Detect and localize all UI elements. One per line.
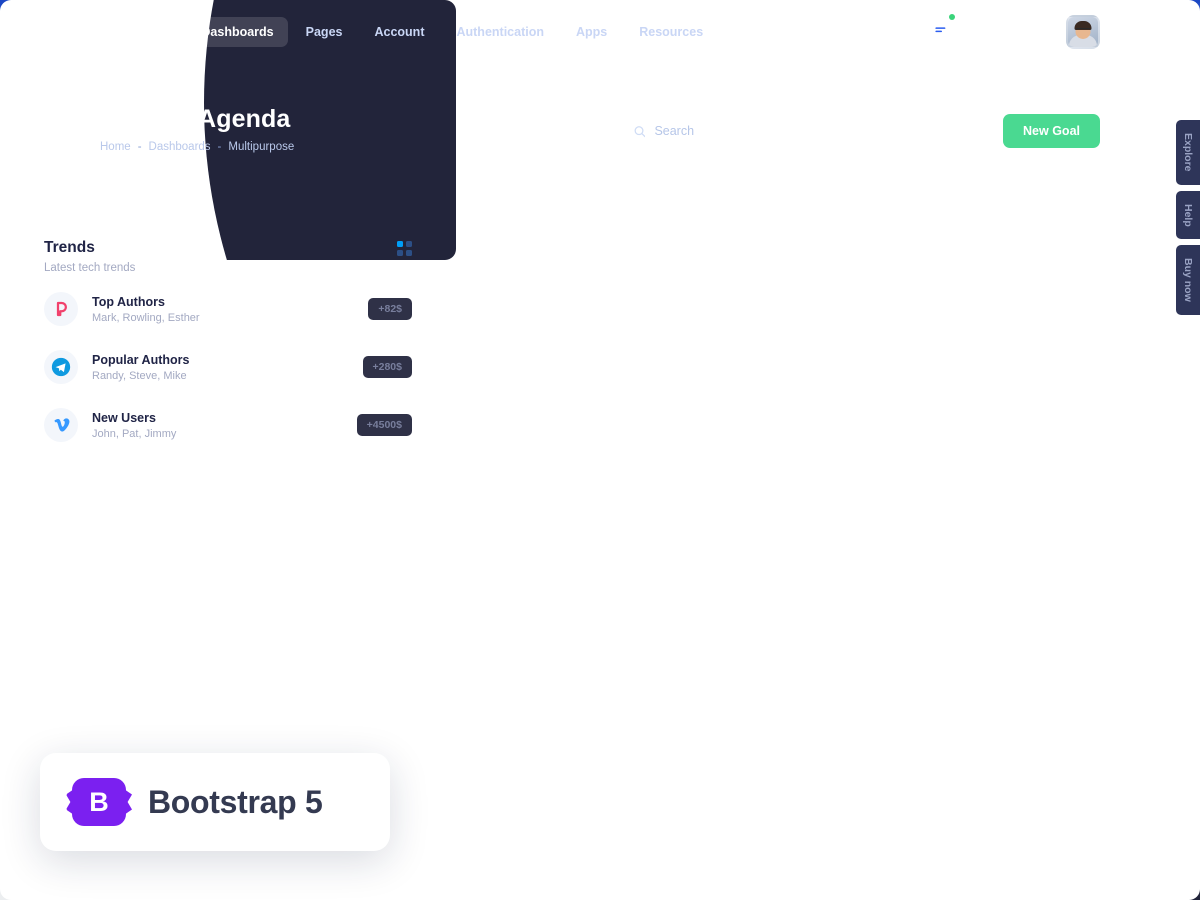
page-header: Todays’ Agenda Home - Dashboards - Multi… [100,105,294,153]
plurk-icon [44,292,78,326]
brand-logo[interactable]: Ceres [100,20,159,44]
grid-icon[interactable] [973,21,995,43]
avatar-glasses [1075,28,1091,32]
telegram-icon [44,350,78,384]
bootstrap-badge-overlay: B Bootstrap 5 [40,753,390,851]
card-title: Trends [44,239,95,256]
top-navigation-bar: Ceres Dashboards Pages Account Authentic… [0,0,1200,64]
trend-name: Top Authors [92,294,165,309]
trend-amount: +4500$ [356,414,412,436]
side-tab-explore[interactable]: Explore [1176,120,1200,185]
sun-icon[interactable] [1016,21,1038,43]
trend-desc: John, Pat, Jimmy [92,427,177,440]
new-goal-button[interactable]: New Goal [1003,114,1100,148]
bootstrap-logo-icon: B [72,778,126,826]
vimeo-icon [44,408,78,442]
header-actions: Invite Friend New Goal [620,114,1100,148]
nav-item-pages[interactable]: Pages [292,17,357,47]
trend-amount: +280$ [362,356,412,378]
header-icon-group [844,14,1100,49]
list-item[interactable]: Popular Authors Randy, Steve, Mike +280$ [44,338,412,396]
list-item[interactable]: New Users John, Pat, Jimmy +4500$ [44,396,412,454]
trends-card: Trends Latest tech trends Top Authors Ma… [0,0,1200,900]
chat-icon[interactable] [930,14,955,43]
page-title: Todays’ Agenda [100,105,291,133]
trend-desc: Mark, Rowling, Esther [92,311,200,324]
trend-info: Popular Authors Randy, Steve, Mike [92,353,189,382]
nav-item-resources[interactable]: Resources [625,17,717,47]
nav-item-apps[interactable]: Apps [562,17,621,47]
breadcrumb-separator: - [217,141,222,153]
side-tab-group: Explore Help Buy now [1176,120,1200,316]
search-input[interactable] [654,124,848,138]
grid-dots-icon[interactable] [397,241,412,256]
trend-info: Top Authors Mark, Rowling, Esther [92,295,200,324]
diamond-dots-icon[interactable] [887,21,909,43]
nav-item-dashboards[interactable]: Dashboards [187,17,288,47]
nav-item-account[interactable]: Account [360,17,438,47]
trend-amount: +82$ [368,298,412,320]
invite-friend-button[interactable]: Invite Friend [876,114,988,148]
bootstrap-badge-text: Bootstrap 5 [148,783,323,820]
side-tab-help[interactable]: Help [1176,190,1200,240]
avatar[interactable] [1066,15,1100,49]
trend-name: New Users [92,410,156,425]
main-nav: Dashboards Pages Account Authentication … [187,17,717,47]
nav-item-authentication[interactable]: Authentication [442,17,558,47]
chart-bar-icon[interactable] [844,21,866,43]
search-icon [634,125,646,137]
search-box[interactable] [620,114,861,148]
breadcrumb-separator: - [137,141,142,153]
trend-info: New Users John, Pat, Jimmy [92,411,176,440]
trend-desc: Randy, Steve, Mike [92,369,187,382]
breadcrumb-item-multipurpose[interactable]: Multipurpose [228,141,294,153]
side-tab-buy-now[interactable]: Buy now [1176,245,1200,316]
breadcrumb-item-home[interactable]: Home [100,141,131,153]
app-root: Ceres Dashboards Pages Account Authentic… [0,0,1200,900]
trend-name: Popular Authors [92,352,190,367]
breadcrumb: Home - Dashboards - Multipurpose [100,141,294,153]
list-item[interactable]: Top Authors Mark, Rowling, Esther +82$ [44,280,412,338]
notification-dot [949,14,955,20]
breadcrumb-item-dashboards[interactable]: Dashboards [149,141,211,153]
card-subtitle: Latest tech trends [44,262,136,274]
